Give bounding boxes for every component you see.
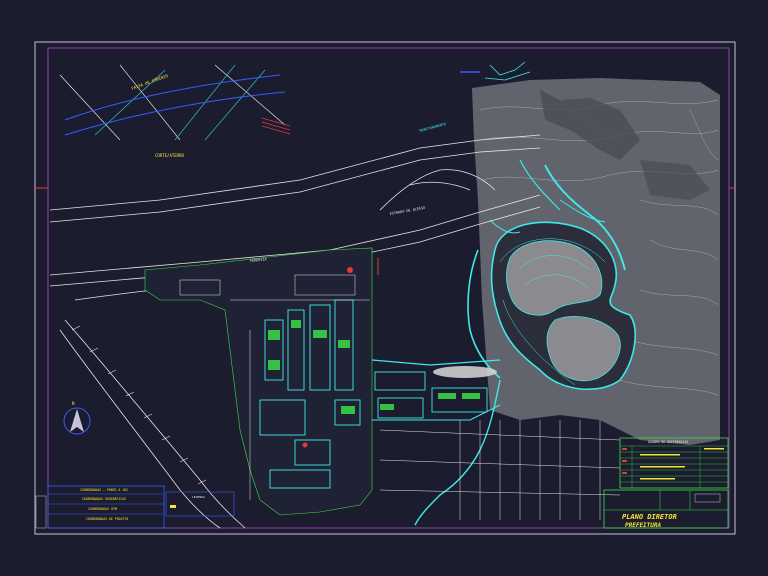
svg-text:N: N xyxy=(72,401,75,406)
label-embankment: CORTE/ATERRO xyxy=(155,153,184,158)
coord-line-4: COORDENADAS DE PROJETO xyxy=(86,517,128,521)
coord-line-1: COORDENADAS — PONTO A 101 xyxy=(80,488,128,492)
plant-complex xyxy=(144,247,501,516)
top-intake-structure xyxy=(460,61,531,81)
legend-title: LEGENDA xyxy=(192,495,205,499)
cad-drawing-sheet: FAIXA DE DOMÍNIO CORTE/ATERRO FERROVIA E… xyxy=(34,41,736,535)
title-line-2: PREFEITURA xyxy=(625,522,662,529)
label-corridor: FAIXA DE DOMÍNIO xyxy=(131,73,169,91)
coordinate-block: COORDENADAS — PONTO A 101 COORDENADAS GE… xyxy=(35,485,235,529)
title-line-1: PLANO DIRETOR xyxy=(622,513,677,521)
title-block: QUADRO DE REFERÊNCIAS PLANO DIRETOR PREF… xyxy=(603,437,729,529)
north-arrow-icon: N xyxy=(63,401,91,435)
label-monitoring: MONITORAMENTO xyxy=(419,122,447,133)
label-access-road: ESTRADA DE ACESSO xyxy=(389,206,425,216)
coordinate-grid-lines xyxy=(59,64,291,141)
coord-line-3: COORDENADAS UTM xyxy=(88,507,117,511)
coord-line-2: COORDENADAS GEOGRÁFICAS xyxy=(82,496,126,501)
title-block-header: QUADRO DE REFERÊNCIAS xyxy=(648,439,688,444)
